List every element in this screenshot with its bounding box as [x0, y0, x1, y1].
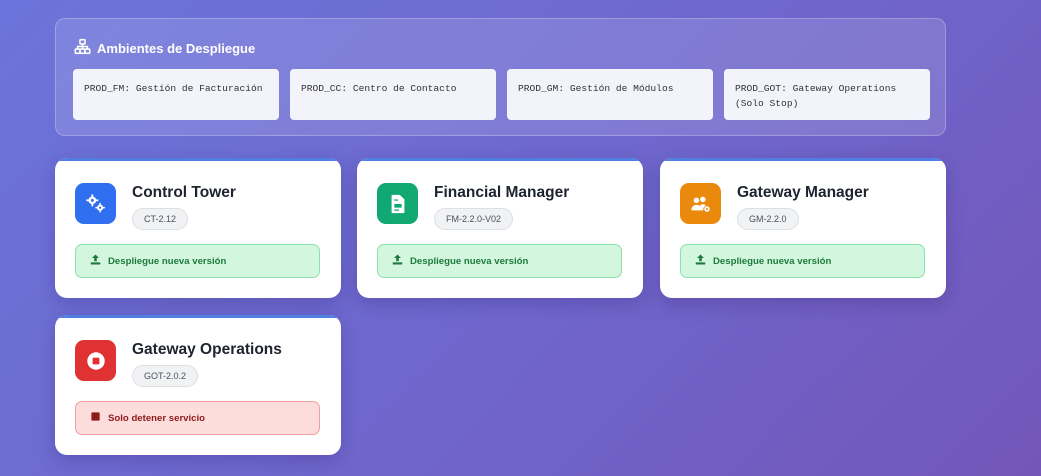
app-card-control-tower: Control Tower CT-2.12 Despliegue nueva v…: [55, 158, 341, 298]
environment-item: PROD_GOT: Gateway Operations (Solo Stop): [724, 69, 930, 120]
file-invoice-icon: [377, 183, 418, 224]
environments-title-text: Ambientes de Despliegue: [97, 40, 256, 56]
environment-list: PROD_FM: Gestión de Facturación PROD_CC:…: [73, 69, 930, 120]
upload-icon: [695, 254, 706, 268]
environment-item: PROD_CC: Centro de Contacto: [290, 69, 496, 120]
stop-service-label: Solo detener servicio: [108, 412, 206, 424]
version-badge: CT-2.12: [132, 208, 189, 230]
version-badge: GM-2.2.0: [737, 208, 799, 230]
version-badge: FM-2.2.0-V02: [434, 208, 514, 230]
deploy-button-label: Despliegue nueva versión: [713, 255, 832, 267]
upload-icon: [90, 254, 101, 268]
app-card-gateway-manager: Gateway Manager GM-2.2.0 Despliegue nuev…: [660, 158, 946, 298]
environments-title: Ambientes de Despliegue: [74, 38, 255, 58]
sitemap-icon: [74, 38, 91, 58]
version-badge: GOT-2.0.2: [132, 365, 199, 387]
deploy-button-label: Despliegue nueva versión: [108, 255, 227, 267]
upload-icon: [392, 254, 403, 268]
environments-panel: Ambientes de Despliegue PROD_FM: Gestión…: [55, 18, 946, 136]
app-name: Gateway Manager: [737, 184, 869, 201]
stop-icon: [90, 411, 101, 425]
app-name: Control Tower: [132, 184, 236, 201]
deploy-button-label: Despliegue nueva versión: [410, 255, 529, 267]
environment-item: PROD_FM: Gestión de Facturación: [73, 69, 279, 120]
stop-service-button[interactable]: Solo detener servicio: [75, 401, 320, 435]
deploy-button[interactable]: Despliegue nueva versión: [377, 244, 622, 278]
app-card-financial-manager: Financial Manager FM-2.2.0-V02 Despliegu…: [357, 158, 643, 298]
environment-item: PROD_GM: Gestión de Módulos: [507, 69, 713, 120]
deploy-button[interactable]: Despliegue nueva versión: [75, 244, 320, 278]
users-cog-icon: [680, 183, 721, 224]
stop-circle-icon: [75, 340, 116, 381]
app-card-gateway-operations: Gateway Operations GOT-2.0.2 Solo detene…: [55, 315, 341, 455]
gears-icon: [75, 183, 116, 224]
app-name: Gateway Operations: [132, 341, 282, 358]
app-name: Financial Manager: [434, 184, 570, 201]
deploy-button[interactable]: Despliegue nueva versión: [680, 244, 925, 278]
